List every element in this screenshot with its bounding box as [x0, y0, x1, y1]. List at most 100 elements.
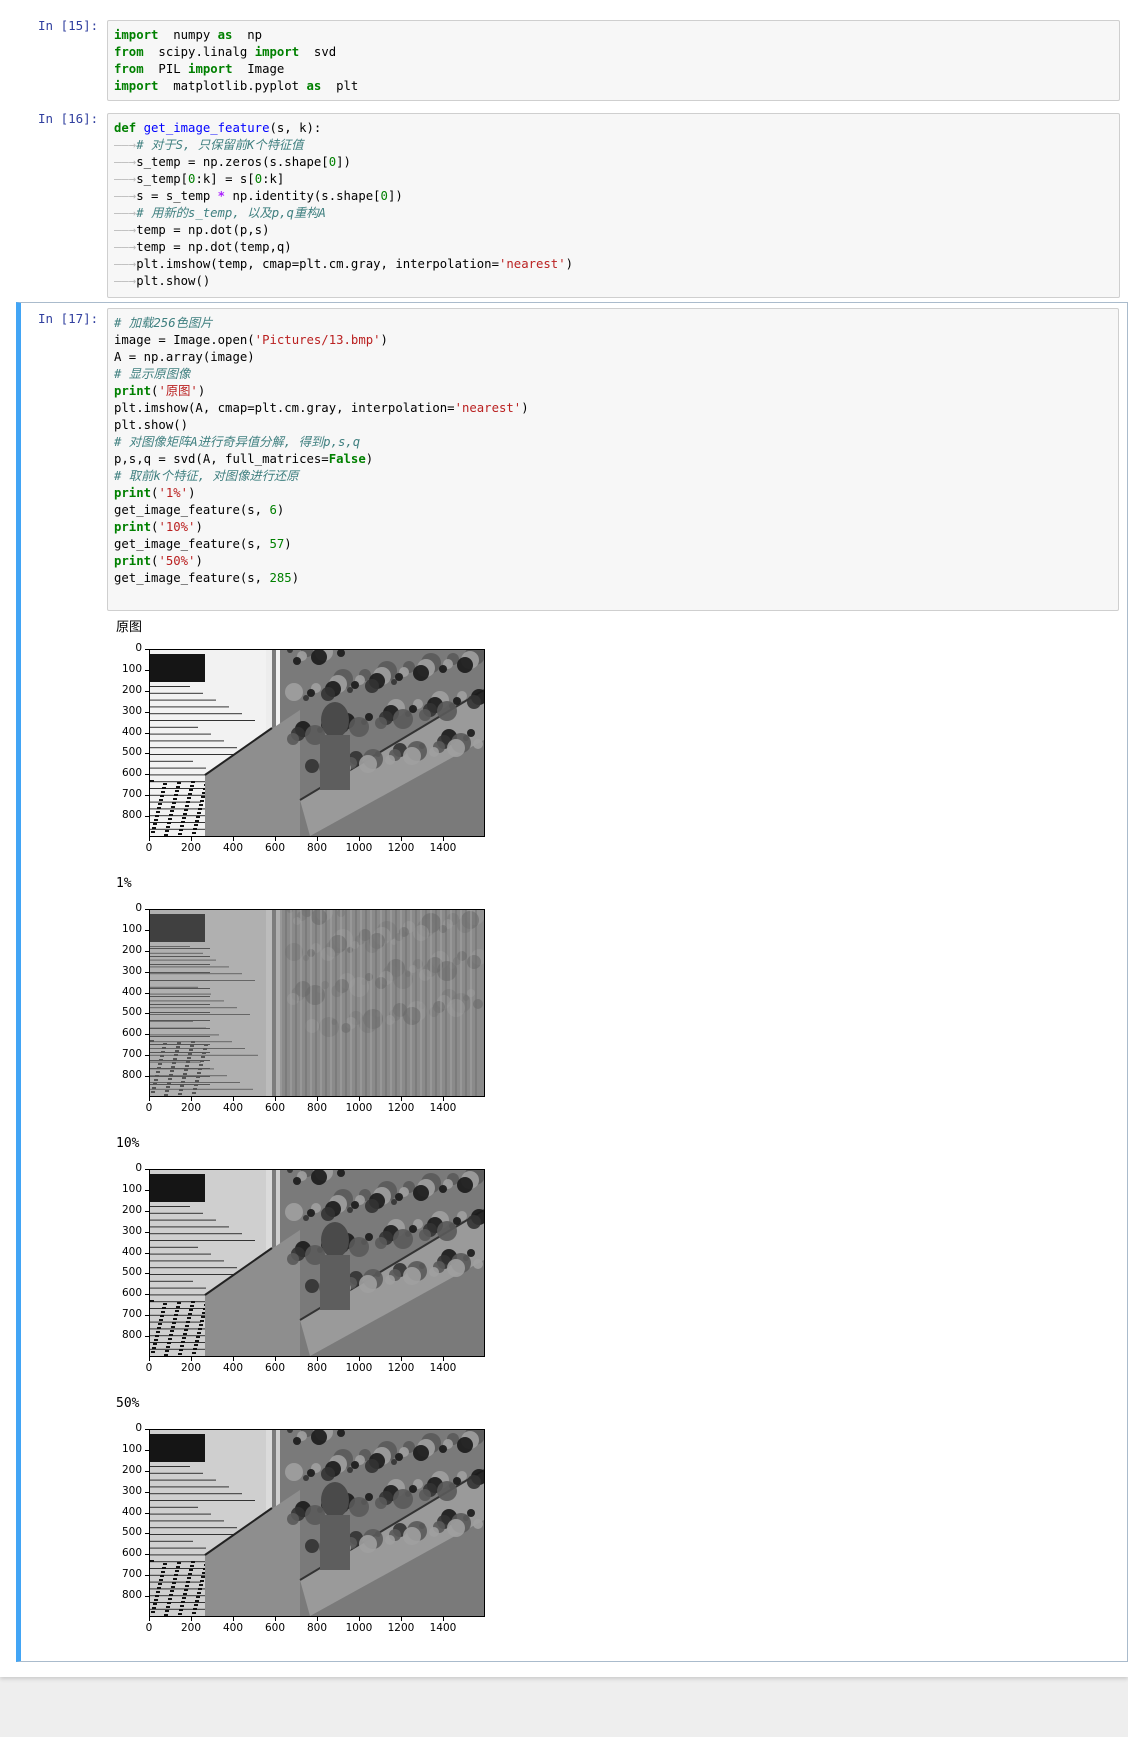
x-tick-label: 600 [264, 1622, 286, 1634]
tab-indicator: ——→ [114, 274, 137, 288]
code-line: # 加载256色图片 [114, 315, 1112, 332]
y-tick-label: 200 [121, 1463, 142, 1476]
code-token: plt [321, 79, 359, 93]
code-line: # 取前k个特征, 对图像进行还原 [114, 468, 1112, 485]
y-tick-mark [145, 1336, 149, 1338]
x-tick-label: 1000 [345, 1622, 373, 1634]
x-tick-mark [317, 1097, 318, 1101]
code-line: ——→s_temp = np.zeros(s.shape[0]) [114, 154, 1113, 171]
y-tick-mark [145, 950, 149, 952]
x-tick-mark [191, 837, 192, 841]
code-cell-16[interactable]: In [16]: def get_image_feature(s, k): ——→… [0, 103, 1128, 300]
code-token: Image [232, 62, 285, 76]
y-tick-label: 700 [121, 788, 142, 801]
x-tick-label: 0 [145, 1102, 153, 1114]
code-text[interactable]: def get_image_feature(s, k): ——→# 对于S, 只保… [108, 114, 1119, 296]
x-tick-mark [275, 837, 276, 841]
code-line: get_image_feature(s, 285) [114, 570, 1112, 587]
y-tick-label: 100 [121, 662, 142, 675]
code-line: A = np.array(image) [114, 349, 1112, 366]
code-token: '10%' [158, 520, 196, 534]
code-token: 'nearest' [454, 401, 522, 415]
input-prompt: In [15]: [38, 18, 99, 33]
y-tick-label: 200 [121, 1203, 142, 1216]
tab-indicator: ——→ [114, 257, 137, 271]
x-tick-mark [317, 1357, 318, 1361]
y-tick-label: 800 [121, 1589, 142, 1602]
output-print-label: 10% [116, 1136, 140, 1151]
x-tick-label: 1000 [345, 842, 373, 854]
y-tick-label: 300 [121, 964, 142, 977]
code-token: s_temp = np.zeros(s.shape[ [136, 155, 329, 169]
code-token: plt.show() [114, 418, 189, 432]
tab-indicator: ——→ [114, 240, 137, 254]
x-tick-label: 1400 [429, 1362, 457, 1374]
y-tick-mark [145, 816, 149, 818]
image-plot: 0 100 200 300 400 500 600 700 800 0 200 400 600 800 10… [116, 902, 496, 1114]
x-tick-mark [443, 1097, 444, 1101]
code-editor[interactable]: import numpy as np from scipy.linalg impo… [107, 20, 1120, 101]
code-token: # 加载256色图片 [114, 316, 213, 330]
y-tick-label: 0 [135, 642, 142, 654]
x-tick-label: 800 [306, 842, 328, 854]
y-tick-label: 0 [135, 902, 142, 914]
x-tick-label: 1400 [429, 1102, 457, 1114]
code-token: ]) [387, 189, 403, 203]
code-token: (s, k): [269, 121, 322, 135]
code-line: plt.show() [114, 417, 1112, 434]
code-cell-17[interactable]: In [17]: # 加载256色图片 image = Image.open('P… [16, 302, 1128, 1662]
code-token: 57 [269, 537, 285, 551]
code-token: svd [299, 45, 337, 59]
x-tick-mark [317, 1617, 318, 1621]
code-token: # 用新的s_temp, 以及p,q重构A [136, 206, 326, 220]
code-line: import numpy as np [114, 27, 1113, 44]
code-editor[interactable]: def get_image_feature(s, k): ——→# 对于S, 只保… [107, 113, 1120, 298]
y-tick-label: 800 [121, 1329, 142, 1342]
y-tick-label: 500 [121, 1526, 142, 1539]
y-tick-mark [145, 1554, 149, 1556]
x-tick-label: 1200 [387, 1622, 415, 1634]
x-tick-mark [359, 1097, 360, 1101]
y-tick-label: 400 [121, 985, 142, 998]
y-tick-mark [145, 1252, 149, 1254]
code-token: import [254, 45, 300, 59]
code-token: np.identity(s.shape[ [225, 189, 381, 203]
y-tick-label: 100 [121, 922, 142, 935]
code-editor[interactable]: # 加载256色图片 image = Image.open('Pictures/1… [107, 308, 1119, 611]
y-tick-mark [145, 1596, 149, 1598]
code-text[interactable]: # 加载256色图片 image = Image.open('Pictures/1… [108, 309, 1118, 610]
x-tick-label: 1200 [387, 842, 415, 854]
code-token: ) [365, 452, 374, 466]
input-prompt: In [16]: [38, 111, 99, 126]
code-token: ) [276, 503, 285, 517]
code-line: # 对图像矩阵A进行奇异值分解, 得到p,s,q [114, 434, 1112, 451]
x-tick-mark [149, 837, 150, 841]
code-cell-15[interactable]: In [15]: import numpy as np from scipy.li… [0, 10, 1128, 103]
y-tick-label: 300 [121, 1224, 142, 1237]
x-tick-mark [233, 1357, 234, 1361]
code-token: '50%' [158, 554, 196, 568]
y-tick-label: 200 [121, 683, 142, 696]
y-tick-mark [145, 795, 149, 797]
code-token: ) [197, 384, 206, 398]
y-tick-label: 0 [135, 1422, 142, 1434]
code-token: ) [291, 571, 300, 585]
y-tick-mark [145, 1013, 149, 1015]
code-token: ) [521, 401, 529, 415]
tab-indicator: ——→ [114, 138, 137, 152]
code-text[interactable]: import numpy as np from scipy.linalg impo… [108, 21, 1119, 101]
code-line: from scipy.linalg import svd [114, 44, 1113, 61]
code-token: ) [188, 486, 196, 500]
code-line: ——→# 对于S, 只保留前K个特征值 [114, 137, 1113, 154]
code-token: 'Pictures/13.bmp' [254, 333, 381, 347]
y-tick-mark [145, 732, 149, 734]
code-token: '原图' [158, 384, 198, 398]
code-token: 0 [254, 172, 263, 186]
code-token: :k] [262, 172, 285, 186]
y-tick-label: 400 [121, 1505, 142, 1518]
input-prompt: In [17]: [38, 311, 99, 326]
image-raster [150, 910, 484, 1096]
code-token: 'nearest' [498, 257, 566, 271]
code-line: ——→temp = np.dot(temp,q) [114, 239, 1113, 256]
x-tick-label: 800 [306, 1102, 328, 1114]
